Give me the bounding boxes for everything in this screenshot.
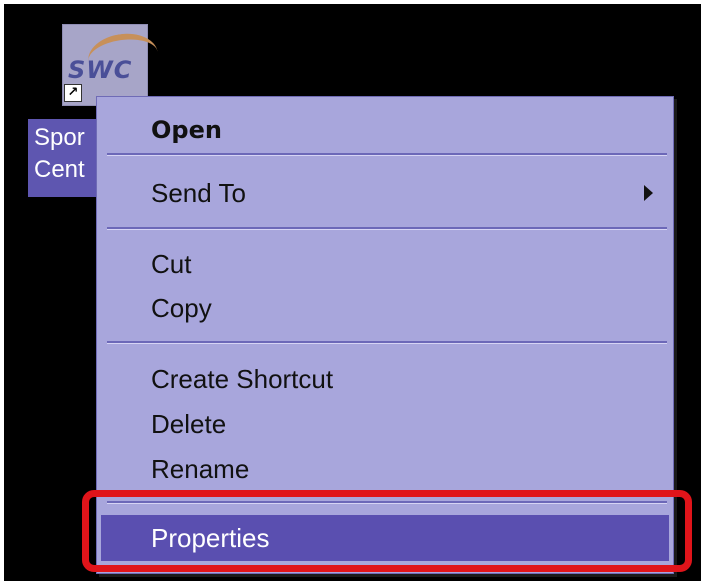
menu-item-label: Cut bbox=[151, 249, 192, 279]
screen: SWC ↗ Spor Cent Open Send To Cut Copy Cr… bbox=[0, 0, 703, 583]
menu-separator bbox=[107, 227, 667, 230]
shortcut-label-line-1: Spor bbox=[34, 124, 85, 151]
menu-item-label: Properties bbox=[151, 523, 270, 553]
menu-item-label: Delete bbox=[151, 409, 227, 439]
menu-item-rename[interactable]: Rename bbox=[101, 448, 669, 490]
submenu-arrow-icon bbox=[644, 185, 653, 201]
menu-item-properties[interactable]: Properties bbox=[101, 515, 669, 561]
menu-item-send-to[interactable]: Send To bbox=[101, 172, 669, 214]
menu-item-cut[interactable]: Cut bbox=[101, 243, 669, 285]
context-menu: Open Send To Cut Copy Create Shortcut De… bbox=[96, 96, 674, 574]
menu-item-label: Rename bbox=[151, 454, 250, 484]
menu-item-label: Send To bbox=[151, 178, 246, 208]
menu-item-copy[interactable]: Copy bbox=[101, 287, 669, 329]
sports-center-shortcut-icon[interactable]: SWC ↗ bbox=[62, 24, 161, 106]
menu-item-label: Open bbox=[151, 116, 222, 144]
menu-item-label: Copy bbox=[151, 293, 212, 323]
desktop[interactable]: SWC ↗ Spor Cent Open Send To Cut Copy Cr… bbox=[4, 4, 701, 581]
menu-item-open[interactable]: Open bbox=[101, 109, 669, 151]
menu-separator bbox=[107, 341, 667, 344]
shortcut-label-line-2: Cent bbox=[34, 156, 85, 183]
shortcut-arrow-icon: ↗ bbox=[64, 84, 82, 102]
menu-item-label: Create Shortcut bbox=[151, 364, 334, 394]
menu-separator bbox=[107, 153, 667, 156]
logo-text: SWC bbox=[68, 56, 133, 84]
menu-item-delete[interactable]: Delete bbox=[101, 403, 669, 445]
menu-separator bbox=[107, 501, 667, 504]
menu-item-create-shortcut[interactable]: Create Shortcut bbox=[101, 358, 669, 400]
